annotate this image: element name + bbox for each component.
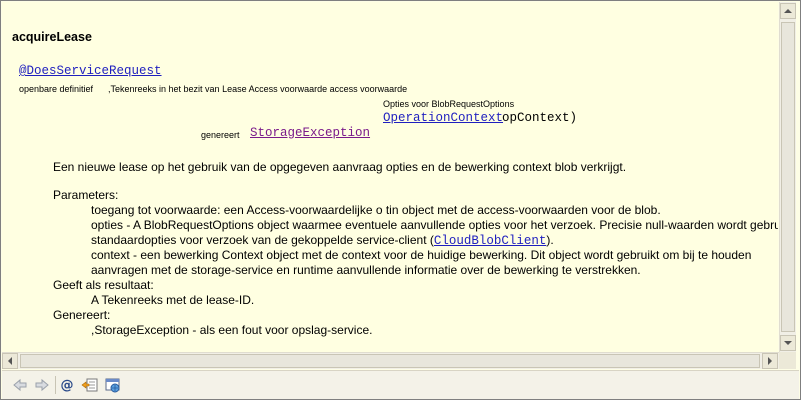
param-context: context - een bewerking Context object m… bbox=[91, 248, 752, 262]
annotation-link[interactable]: @DoesServiceRequest bbox=[19, 64, 162, 78]
at-sign-icon: @ bbox=[60, 377, 74, 393]
throws-text: ,StorageException - als een fout voor op… bbox=[91, 323, 373, 337]
scroll-down-button[interactable] bbox=[780, 335, 796, 351]
parameters-heading: Parameters: bbox=[53, 188, 119, 202]
method-title: acquireLease bbox=[12, 30, 92, 44]
scrollbar-corner bbox=[779, 352, 796, 369]
param-context-continued: aanvragen met de storage-service en runt… bbox=[91, 263, 641, 277]
javadoc-content: acquireLease @DoesServiceRequest openbar… bbox=[2, 2, 778, 352]
param-options: opties - A BlobRequestOptions object waa… bbox=[91, 218, 778, 232]
signature-param3-name: opContext) bbox=[502, 111, 578, 125]
javadoc-toolbar: @ bbox=[2, 370, 799, 399]
cloud-blob-client-link[interactable]: CloudBlobClient bbox=[434, 234, 547, 248]
scroll-up-button[interactable] bbox=[780, 3, 796, 19]
param-options-text: standaardopties voor verzoek van de geko… bbox=[91, 233, 434, 247]
chevron-down-icon bbox=[784, 341, 792, 345]
forward-arrow-icon bbox=[35, 378, 49, 392]
toolbar-separator bbox=[55, 376, 56, 394]
back-button[interactable] bbox=[10, 375, 30, 395]
param-options-continued: standaardopties voor verzoek van de geko… bbox=[91, 233, 554, 248]
returns-text: A Tekenreeks met de lease-ID. bbox=[91, 293, 255, 307]
signature-throws-label: genereert bbox=[201, 130, 240, 140]
signature-param2-type: Opties voor BlobRequestOptions bbox=[383, 99, 515, 109]
scroll-right-button[interactable] bbox=[762, 353, 778, 369]
chevron-left-icon bbox=[8, 357, 12, 365]
operation-context-link[interactable]: OperationContext bbox=[383, 111, 503, 125]
open-declaration-button[interactable] bbox=[80, 375, 100, 395]
javadoc-hover-window: acquireLease @DoesServiceRequest openbar… bbox=[0, 0, 801, 400]
signature-modifier: openbare definitief bbox=[19, 84, 94, 94]
vertical-scrollbar[interactable] bbox=[779, 2, 796, 352]
method-description: Een nieuwe lease op het gebruik van de o… bbox=[53, 160, 627, 174]
vertical-scroll-thumb[interactable] bbox=[781, 22, 795, 332]
chevron-up-icon bbox=[784, 9, 792, 13]
signature-param1: ,Tekenreeks in het bezit van Lease Acces… bbox=[108, 84, 408, 94]
forward-button[interactable] bbox=[32, 375, 52, 395]
param-options-close: ). bbox=[546, 233, 554, 247]
horizontal-scrollbar[interactable] bbox=[2, 352, 779, 369]
storage-exception-link[interactable]: StorageException bbox=[250, 126, 370, 140]
scroll-left-button[interactable] bbox=[2, 353, 18, 369]
param-access-condition: toegang tot voorwaarde: een Access-voorw… bbox=[91, 203, 661, 217]
open-declaration-icon bbox=[81, 378, 98, 392]
returns-heading: Geeft als resultaat: bbox=[53, 278, 154, 292]
chevron-right-icon bbox=[768, 357, 772, 365]
throws-heading: Genereert: bbox=[53, 308, 111, 322]
open-external-browser-button[interactable] bbox=[103, 375, 123, 395]
back-arrow-icon bbox=[13, 378, 27, 392]
show-in-javadoc-button[interactable]: @ bbox=[57, 375, 77, 395]
horizontal-scroll-thumb[interactable] bbox=[20, 354, 760, 368]
open-external-icon bbox=[105, 378, 120, 393]
